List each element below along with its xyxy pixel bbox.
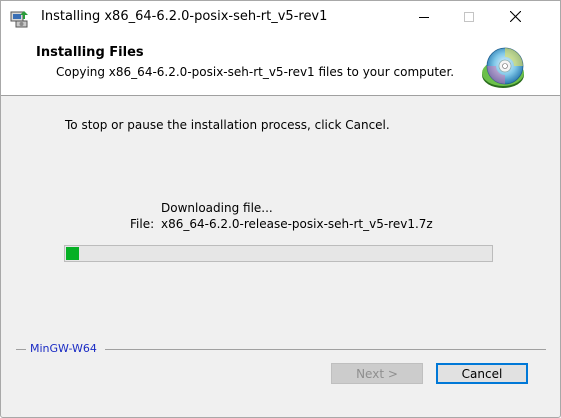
installer-window: Installing x86_64-6.2.0-posix-seh-rt_v5-… — [0, 0, 561, 418]
window-title: Installing x86_64-6.2.0-posix-seh-rt_v5-… — [41, 9, 328, 24]
file-name: x86_64-6.2.0-release-posix-seh-rt_v5-rev… — [161, 217, 433, 231]
progress-bar-fill — [66, 247, 79, 260]
cd-disc-icon — [481, 45, 527, 91]
cancel-button[interactable]: Cancel — [436, 363, 528, 384]
brand-label: MinGW-W64 — [30, 342, 97, 355]
close-icon — [509, 7, 522, 26]
brand-divider-left — [16, 349, 26, 350]
instruction-text: To stop or pause the installation proces… — [65, 118, 390, 132]
progress-bar — [64, 245, 493, 262]
title-bar[interactable]: Installing x86_64-6.2.0-posix-seh-rt_v5-… — [1, 1, 560, 32]
close-button[interactable] — [493, 1, 538, 32]
page-title: Installing Files — [36, 45, 144, 60]
minimize-icon — [418, 7, 429, 26]
maximize-icon — [463, 7, 474, 26]
file-label: File: — [130, 217, 155, 231]
header-panel: Installing Files Copying x86_64-6.2.0-po… — [1, 32, 560, 96]
brand-divider-right — [105, 349, 546, 350]
maximize-button[interactable] — [446, 1, 491, 32]
page-subtitle: Copying x86_64-6.2.0-posix-seh-rt_v5-rev… — [56, 65, 455, 79]
installer-icon — [10, 10, 30, 28]
minimize-button[interactable] — [401, 1, 446, 32]
next-button[interactable]: Next > — [331, 363, 423, 384]
status-text: Downloading file... — [161, 201, 273, 215]
